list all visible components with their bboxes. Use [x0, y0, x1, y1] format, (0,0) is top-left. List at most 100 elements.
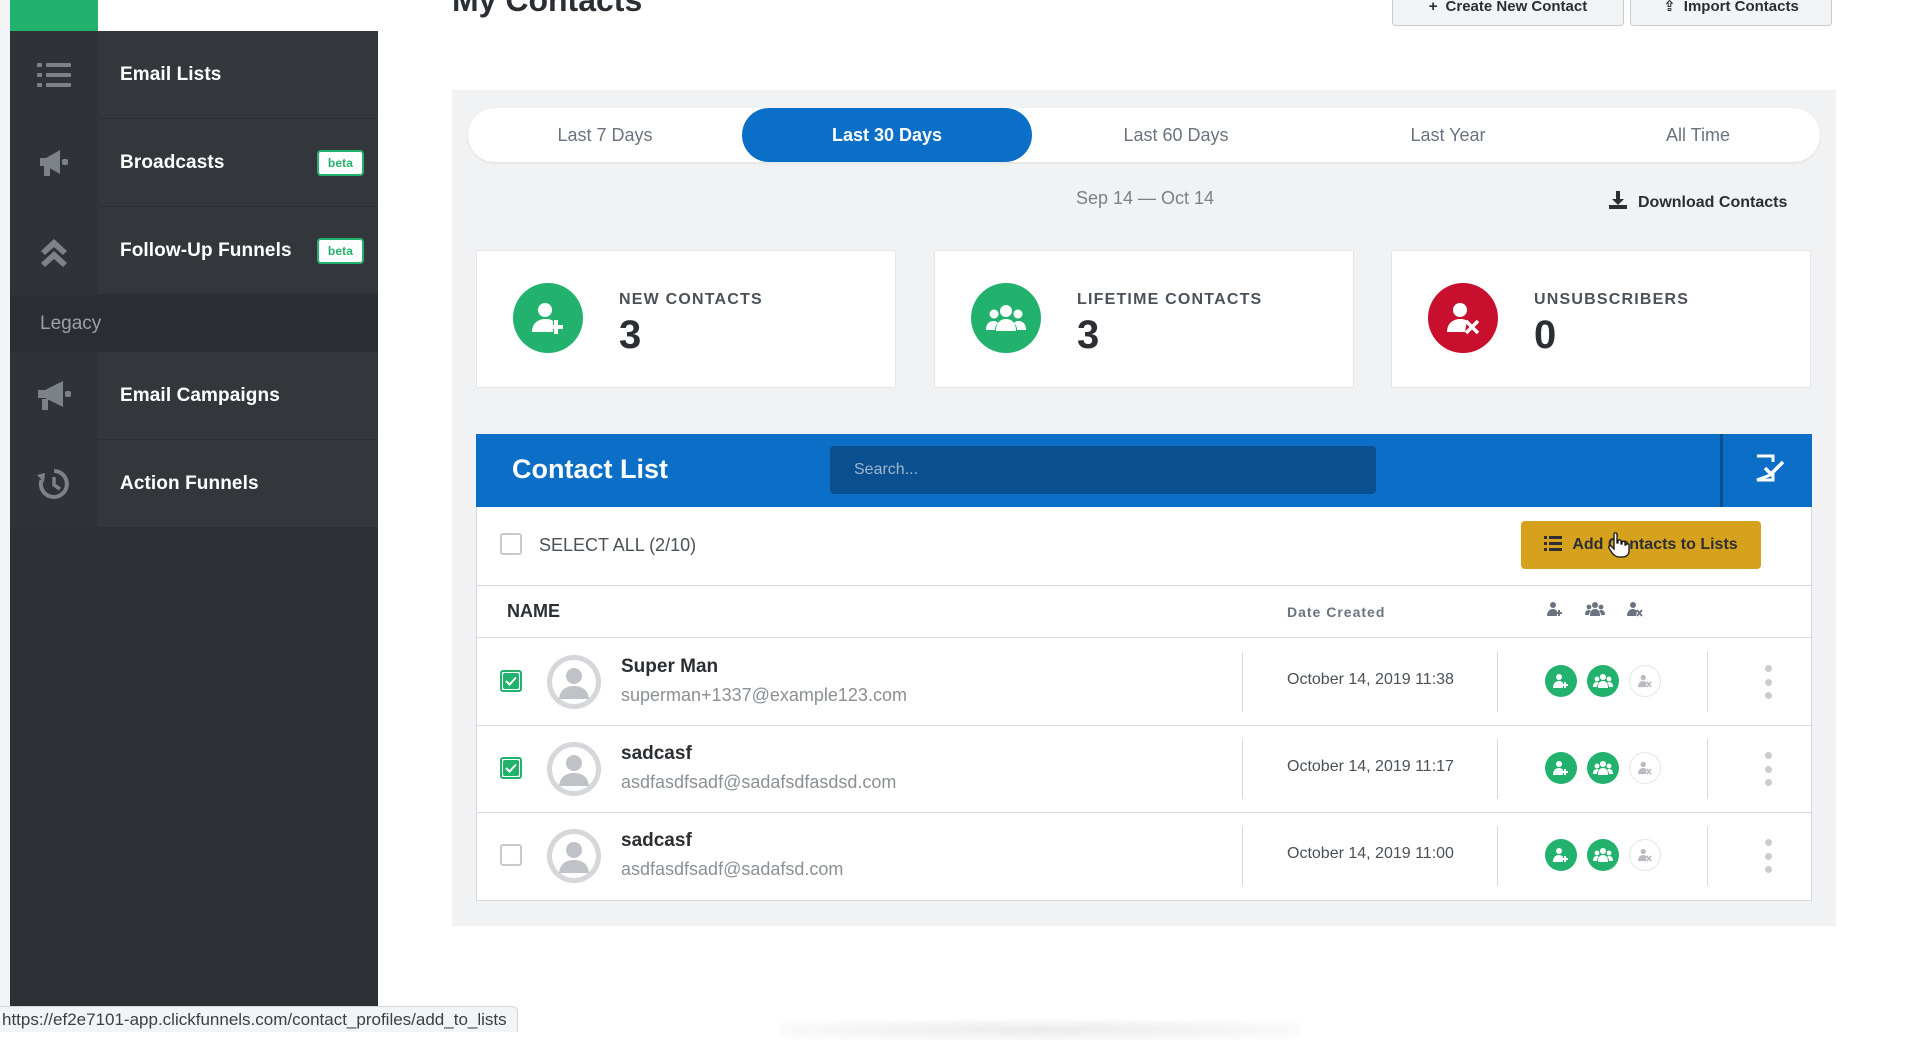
sidebar-section-legacy: Legacy [10, 296, 378, 352]
divider [1720, 434, 1723, 507]
sidebar-item-label: Email Campaigns [120, 384, 280, 406]
column-header-date: Date Created [1287, 604, 1386, 620]
row-checkbox[interactable] [500, 844, 522, 866]
stat-card-new-contacts: NEW CONTACTS 3 [476, 250, 896, 388]
tab-last-year[interactable]: Last Year [1320, 108, 1576, 162]
column-header-name: NAME [507, 601, 560, 621]
contact-name[interactable]: sadcasf [621, 830, 692, 852]
users-icon [971, 283, 1041, 353]
megaphone-icon [36, 380, 72, 412]
user-x-icon [1629, 665, 1661, 697]
contact-email: asdfasdfsadf@sadafsdfasdsd.com [621, 772, 897, 792]
user-plus-icon [1545, 665, 1577, 697]
tab-last-30-days[interactable]: Last 30 Days [742, 108, 1032, 162]
table-row[interactable]: Super Man superman+1337@example123.com O… [477, 638, 1813, 726]
sidebar-item-email-lists[interactable]: Email Lists [10, 31, 378, 119]
row-menu-icon[interactable] [1761, 665, 1775, 699]
users-icon [1587, 839, 1619, 871]
user-x-icon [1428, 283, 1498, 353]
user-plus-icon [1547, 601, 1563, 622]
avatar [547, 655, 601, 709]
column-header-icons [1547, 601, 1643, 622]
beta-badge: beta [316, 237, 364, 264]
contact-name[interactable]: sadcasf [621, 743, 692, 765]
divider [1497, 739, 1498, 799]
tab-all-time[interactable]: All Time [1576, 108, 1820, 162]
status-badges [1545, 839, 1661, 871]
tab-last-7-days[interactable]: Last 7 Days [468, 108, 742, 162]
table-row[interactable]: sadcasf asdfasdfsadf@sadafsd.com October… [477, 812, 1813, 899]
row-menu-icon[interactable] [1761, 752, 1775, 786]
contact-email: asdfasdfsadf@sadafsd.com [621, 859, 844, 879]
contact-list-title: Contact List [512, 454, 669, 484]
megaphone-icon [38, 148, 70, 178]
contact-date: October 14, 2019 11:38 [1287, 671, 1454, 688]
contact-date: October 14, 2019 11:00 [1287, 845, 1454, 862]
divider [1707, 739, 1708, 799]
stat-label: LIFETIME CONTACTS [1077, 291, 1263, 308]
contact-date: October 14, 2019 11:17 [1287, 758, 1454, 775]
date-range-tabs: Last 7 Days Last 30 Days Last 60 Days La… [468, 108, 1820, 162]
row-checkbox[interactable] [500, 757, 522, 779]
add-contacts-to-lists-button[interactable]: Add Contacts to Lists [1521, 521, 1761, 569]
import-icon: ⇪ [1663, 0, 1676, 15]
tab-last-60-days[interactable]: Last 60 Days [1032, 108, 1320, 162]
stat-value: 3 [1077, 313, 1100, 357]
sidebar-item-broadcasts[interactable]: Broadcasts beta [10, 119, 378, 207]
user-x-icon [1627, 601, 1643, 622]
divider [1242, 826, 1243, 886]
logo[interactable] [10, 0, 98, 31]
divider [1497, 652, 1498, 712]
table-row[interactable]: sadcasf asdfasdfsadf@sadafsdfasdsd.com O… [477, 725, 1813, 813]
sidebar-item-label: Broadcasts [120, 151, 225, 173]
user-plus-icon [513, 283, 583, 353]
stat-value: 0 [1534, 313, 1557, 357]
sidebar-item-email-campaigns[interactable]: Email Campaigns [10, 352, 378, 440]
table-header: NAME Date Created [477, 585, 1813, 638]
divider [1707, 826, 1708, 886]
contact-name[interactable]: Super Man [621, 656, 718, 678]
list-icon [1544, 535, 1563, 556]
contact-list: SELECT ALL (2/10) Add Contacts to Lists … [476, 507, 1813, 901]
sidebar-item-label: Email Lists [120, 63, 222, 85]
divider [1497, 826, 1498, 886]
sidebar-item-label: Action Funnels [120, 472, 259, 494]
row-checkbox[interactable] [500, 670, 522, 692]
import-contacts-button[interactable]: ⇪ Import Contacts [1630, 0, 1832, 26]
export-button[interactable] [1726, 434, 1812, 507]
history-icon [37, 467, 71, 501]
download-contacts-link[interactable]: Download Contacts [1608, 190, 1787, 215]
list-icon [37, 61, 71, 89]
download-icon [1608, 190, 1628, 215]
chevrons-up-icon [38, 235, 70, 267]
stat-label: UNSUBSCRIBERS [1534, 291, 1690, 308]
sidebar-item-action-funnels[interactable]: Action Funnels [10, 440, 378, 528]
users-icon [1587, 665, 1619, 697]
user-plus-icon [1545, 839, 1577, 871]
plus-icon: + [1428, 0, 1438, 15]
row-menu-icon[interactable] [1761, 839, 1775, 873]
stat-card-lifetime-contacts: LIFETIME CONTACTS 3 [934, 250, 1354, 388]
export-icon [1753, 454, 1785, 487]
contact-email: superman+1337@example123.com [621, 685, 907, 705]
status-badges [1545, 752, 1661, 784]
page-title: My Contacts [452, 0, 643, 18]
contact-list-header: Contact List [476, 434, 1812, 507]
users-icon [1585, 601, 1605, 622]
user-plus-icon [1545, 752, 1577, 784]
beta-badge: beta [316, 149, 364, 176]
search-input[interactable] [830, 446, 1376, 494]
sidebar-item-follow-up-funnels[interactable]: Follow-Up Funnels beta [10, 207, 378, 295]
select-all-checkbox[interactable] [500, 533, 522, 555]
status-badges [1545, 665, 1661, 697]
sidebar: Email Lists Broadcasts beta Follow-Up Fun… [10, 0, 378, 1032]
create-new-contact-button[interactable]: + Create New Contact [1392, 0, 1624, 26]
user-x-icon [1629, 839, 1661, 871]
divider [1242, 652, 1243, 712]
users-icon [1587, 752, 1619, 784]
user-x-icon [1629, 752, 1661, 784]
sidebar-item-label: Follow-Up Funnels [120, 239, 292, 261]
select-all-label: SELECT ALL (2/10) [539, 535, 697, 555]
avatar [547, 742, 601, 796]
divider [1242, 739, 1243, 799]
